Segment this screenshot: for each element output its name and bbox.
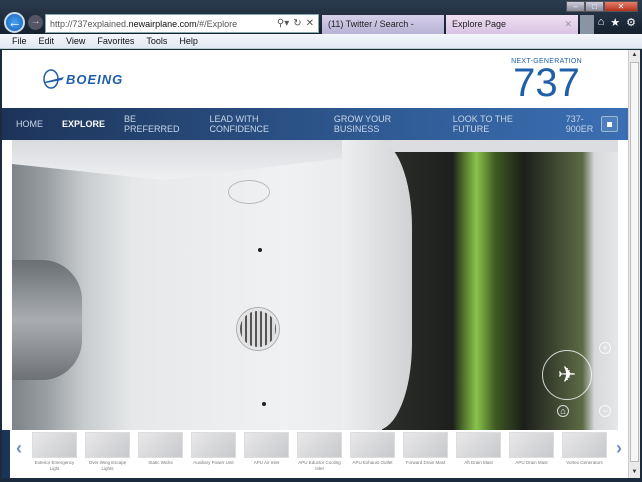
view-navigation-control: ✈ + − ⌂	[542, 342, 614, 425]
page: BOEING NEXT-GENERATION 737 HOME EXPLORE …	[2, 50, 628, 478]
apu-door-image	[342, 140, 412, 430]
nav-explore[interactable]: EXPLORE	[62, 119, 105, 129]
address-bar[interactable]: http://737explained.newairplane.com/#/Ex…	[45, 14, 319, 33]
aircraft-explore-view[interactable]: ✈ + − ⌂	[12, 140, 618, 430]
menu-help[interactable]: Help	[179, 36, 198, 46]
main-nav: HOME EXPLORE BE PREFERRED LEAD WITH CONF…	[2, 108, 628, 140]
thumbnail-item[interactable]: Vortex Generators	[562, 432, 607, 472]
home-icon[interactable]: ⌂	[598, 16, 605, 29]
thumbnail-item[interactable]: Aft Drain Mast	[456, 432, 501, 472]
nav-home[interactable]: HOME	[16, 119, 43, 129]
hotspot[interactable]	[262, 402, 266, 406]
thumbnail-image	[85, 432, 130, 458]
thumbnail-image	[297, 432, 342, 458]
refresh-icon[interactable]: ↻	[293, 18, 301, 29]
thumbnail-image	[562, 432, 607, 458]
thumbnail-image	[456, 432, 501, 458]
thumbnail-image	[138, 432, 183, 458]
new-tab-button[interactable]	[580, 15, 594, 34]
zoom-out-icon[interactable]: −	[599, 405, 611, 417]
close-button[interactable]: ✕	[604, 1, 638, 12]
home-view-icon[interactable]: ⌂	[557, 405, 569, 417]
nav-look-to-the-future[interactable]: LOOK TO THE FUTURE	[453, 114, 547, 134]
tab-label: Explore Page	[452, 19, 507, 29]
thumbnail-item[interactable]: APU Exhaust Outlet	[350, 432, 395, 472]
maximize-button[interactable]: □	[585, 1, 604, 12]
thumbnail-image	[244, 432, 289, 458]
fullscreen-icon[interactable]	[601, 116, 618, 132]
thumbnail-item[interactable]: Forward Drain Mast	[403, 432, 448, 472]
engine-image	[12, 260, 82, 380]
boeing-logo[interactable]: BOEING	[42, 68, 123, 90]
airplane-compass-icon[interactable]: ✈	[542, 350, 592, 400]
search-icon[interactable]: ⚲▾	[277, 18, 289, 29]
menu-tools[interactable]: Tools	[146, 36, 167, 46]
back-button[interactable]: ←	[4, 12, 25, 33]
thumbnail-item[interactable]: Over Wing Escape Lights	[85, 432, 130, 472]
thumbnail-item[interactable]: APU Air Inlet	[244, 432, 289, 472]
thumbnail-label: Static Wicks	[148, 460, 173, 465]
browser-chrome: – □ ✕ ← → http://737explained.newairplan…	[0, 0, 642, 48]
window-controls: – □ ✕	[566, 1, 638, 12]
menu-file[interactable]: File	[12, 36, 27, 46]
close-tab-icon[interactable]: ✕	[564, 15, 572, 34]
menu-view[interactable]: View	[66, 36, 85, 46]
thumbnail-label: Vortex Generators	[566, 460, 603, 465]
apu-inlet-grille-hotspot[interactable]	[237, 308, 279, 350]
thumbnail-image	[191, 432, 236, 458]
thumbnail-item[interactable]: APU Eductor Cooling Inlet	[297, 432, 342, 472]
model-number: 737	[513, 61, 580, 105]
thumbnail-label: APU Drain Mast	[515, 460, 548, 465]
thumbnail-item[interactable]: Exterior Emergency Light	[32, 432, 77, 472]
thumbnail-label: APU Air Inlet	[253, 460, 280, 465]
thumbnail-label: APU Exhaust Outlet	[352, 460, 393, 465]
menu-favorites[interactable]: Favorites	[97, 36, 134, 46]
hotspot[interactable]	[258, 248, 262, 252]
stop-icon[interactable]: ✕	[306, 18, 314, 29]
nav-grow-your-business[interactable]: GROW YOUR BUSINESS	[334, 114, 434, 134]
zoom-in-icon[interactable]: +	[599, 342, 611, 354]
thumbnail-label: Exterior Emergency Light	[34, 460, 75, 471]
nav-be-preferred[interactable]: BE PREFERRED	[124, 114, 190, 134]
thumbnail-item[interactable]: Auxiliary Power Unit	[191, 432, 236, 472]
thumbnail-item[interactable]: APU Drain Mast	[509, 432, 554, 472]
thumbnail-image	[509, 432, 554, 458]
chevron-right-icon[interactable]: ›	[616, 438, 622, 459]
thumbnail-image	[403, 432, 448, 458]
tab-twitter[interactable]: (11) Twitter / Search - #Azure	[322, 15, 444, 48]
tab-explore[interactable]: Explore Page ✕	[446, 15, 578, 34]
thumbnail-label: Over Wing Escape Lights	[88, 460, 127, 471]
hatch-hotspot[interactable]	[228, 180, 270, 204]
vertical-scrollbar[interactable]: ▲ ▼	[628, 50, 640, 478]
scroll-down-icon[interactable]: ▼	[629, 467, 640, 478]
thumbnail-list: Exterior Emergency Light Over Wing Escape…	[32, 432, 607, 472]
thumbnail-strip: ‹ Exterior Emergency Light Over Wing Esca…	[2, 430, 628, 478]
minimize-button[interactable]: –	[566, 1, 585, 12]
thumbnail-image	[32, 432, 77, 458]
thumbnail-item[interactable]: Static Wicks	[138, 432, 183, 472]
forward-button[interactable]: →	[28, 15, 43, 30]
menu-edit[interactable]: Edit	[39, 36, 55, 46]
logo-text: BOEING	[66, 71, 124, 87]
scroll-thumb[interactable]	[630, 62, 639, 462]
gear-icon[interactable]: ⚙	[626, 16, 636, 29]
menu-bar: File Edit View Favorites Tools Help	[0, 34, 642, 49]
wing-image	[12, 140, 392, 180]
url-text[interactable]: http://737explained.newairplane.com/#/Ex…	[50, 19, 277, 29]
favorites-star-icon[interactable]: ★	[610, 16, 620, 29]
chevron-left-icon[interactable]: ‹	[16, 438, 22, 459]
boeing-symbol-icon	[43, 69, 64, 89]
thumbnail-label: Auxiliary Power Unit	[193, 460, 234, 465]
thumbnail-image	[350, 432, 395, 458]
thumbnail-label: Forward Drain Mast	[405, 460, 446, 465]
ng737-logo: NEXT-GENERATION 737	[511, 58, 582, 105]
url-prefix: http://737explained.	[50, 18, 129, 29]
thumbnail-label: Aft Drain Mast	[464, 460, 493, 465]
nav-lead-with-confidence[interactable]: LEAD WITH CONFIDENCE	[209, 114, 314, 134]
scroll-up-icon[interactable]: ▲	[629, 50, 640, 61]
thumbnail-label: APU Eductor Cooling Inlet	[298, 460, 341, 471]
url-domain: newairplane.com	[128, 18, 197, 29]
url-path: /#/Explore	[196, 18, 238, 29]
